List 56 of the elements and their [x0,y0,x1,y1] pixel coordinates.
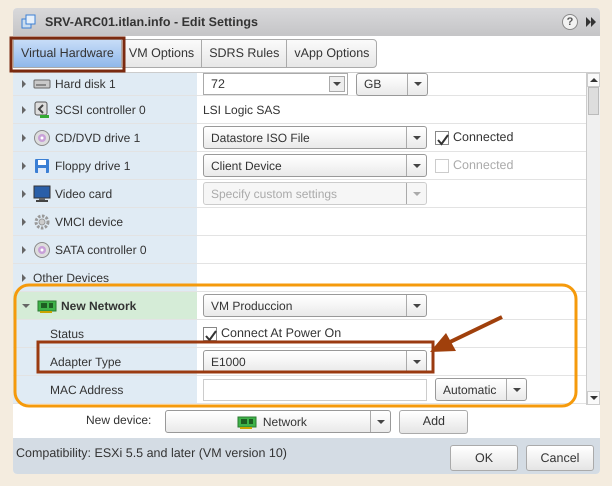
device-label: VMCI device [55,214,124,230]
checkbox-box[interactable] [435,130,449,144]
device-label: SATA controller 0 [55,242,147,258]
device-label: SCSI controller 0 [55,102,146,118]
dropdown[interactable]: Client Device [203,154,427,177]
expand-arrow[interactable] [22,304,30,308]
forward-icon [586,16,596,28]
dropdown[interactable]: GB [356,73,428,96]
tab[interactable]: Virtual Hardware [13,39,122,68]
add-button[interactable]: Add [399,410,468,434]
device-label: New Network [61,298,136,314]
spin-button[interactable] [329,76,345,92]
scrollbar[interactable] [586,73,600,405]
expand-arrow[interactable] [22,246,26,254]
text-field[interactable] [203,378,427,400]
setting-label: Status [50,326,84,342]
expand-arrow[interactable] [22,134,26,142]
checkbox-box[interactable] [203,326,217,340]
device-value: LSI Logic SAS [203,102,280,118]
controller-icon [33,100,51,118]
device-label: Floppy drive 1 [55,158,130,174]
ok-button[interactable]: OK [450,445,518,471]
number-field[interactable]: 72 [203,73,348,95]
new-device-label: New device: [86,412,152,429]
help-button[interactable]: ? [562,14,578,30]
expand-arrow[interactable] [22,106,26,114]
device-label: Video card [55,186,112,202]
device-label: CD/DVD drive 1 [55,130,140,146]
checkbox[interactable]: Connect At Power On [203,324,342,343]
compatibility-text: Compatibility: ESXi 5.5 and later (VM version 10) [16,444,288,462]
vm-icon [21,14,37,30]
gear-icon [33,212,51,230]
tab[interactable]: VM Options [120,39,202,68]
window-title: SRV-ARC01.itlan.info - Edit Settings [45,14,259,31]
expand-arrow[interactable] [22,218,26,226]
dropdown[interactable]: VM Produccion [203,294,427,317]
floppy-icon [33,156,51,174]
dropdown[interactable]: E1000 [203,350,427,373]
cancel-button[interactable]: Cancel [526,445,594,471]
setting-label: Adapter Type [50,354,122,370]
dropdown[interactable]: Automatic [435,378,527,401]
device-label: Hard disk 1 [55,76,116,93]
device-dropdown[interactable]: Network [165,410,392,433]
disc-icon [33,240,51,258]
checkmark-icon [436,134,450,148]
tab[interactable]: vApp Options [286,39,378,68]
expand-arrow[interactable] [22,80,26,88]
device-label: Other Devices [33,270,110,286]
dropdown[interactable]: Datastore ISO File [203,126,427,149]
monitor-icon [33,184,51,202]
setting-label: MAC Address [50,382,124,398]
expand-arrow[interactable] [22,162,26,170]
tab[interactable]: SDRS Rules [201,39,288,68]
expand-arrow[interactable] [22,274,26,282]
disc-icon [33,128,51,146]
checkbox[interactable]: Connected [435,128,514,147]
